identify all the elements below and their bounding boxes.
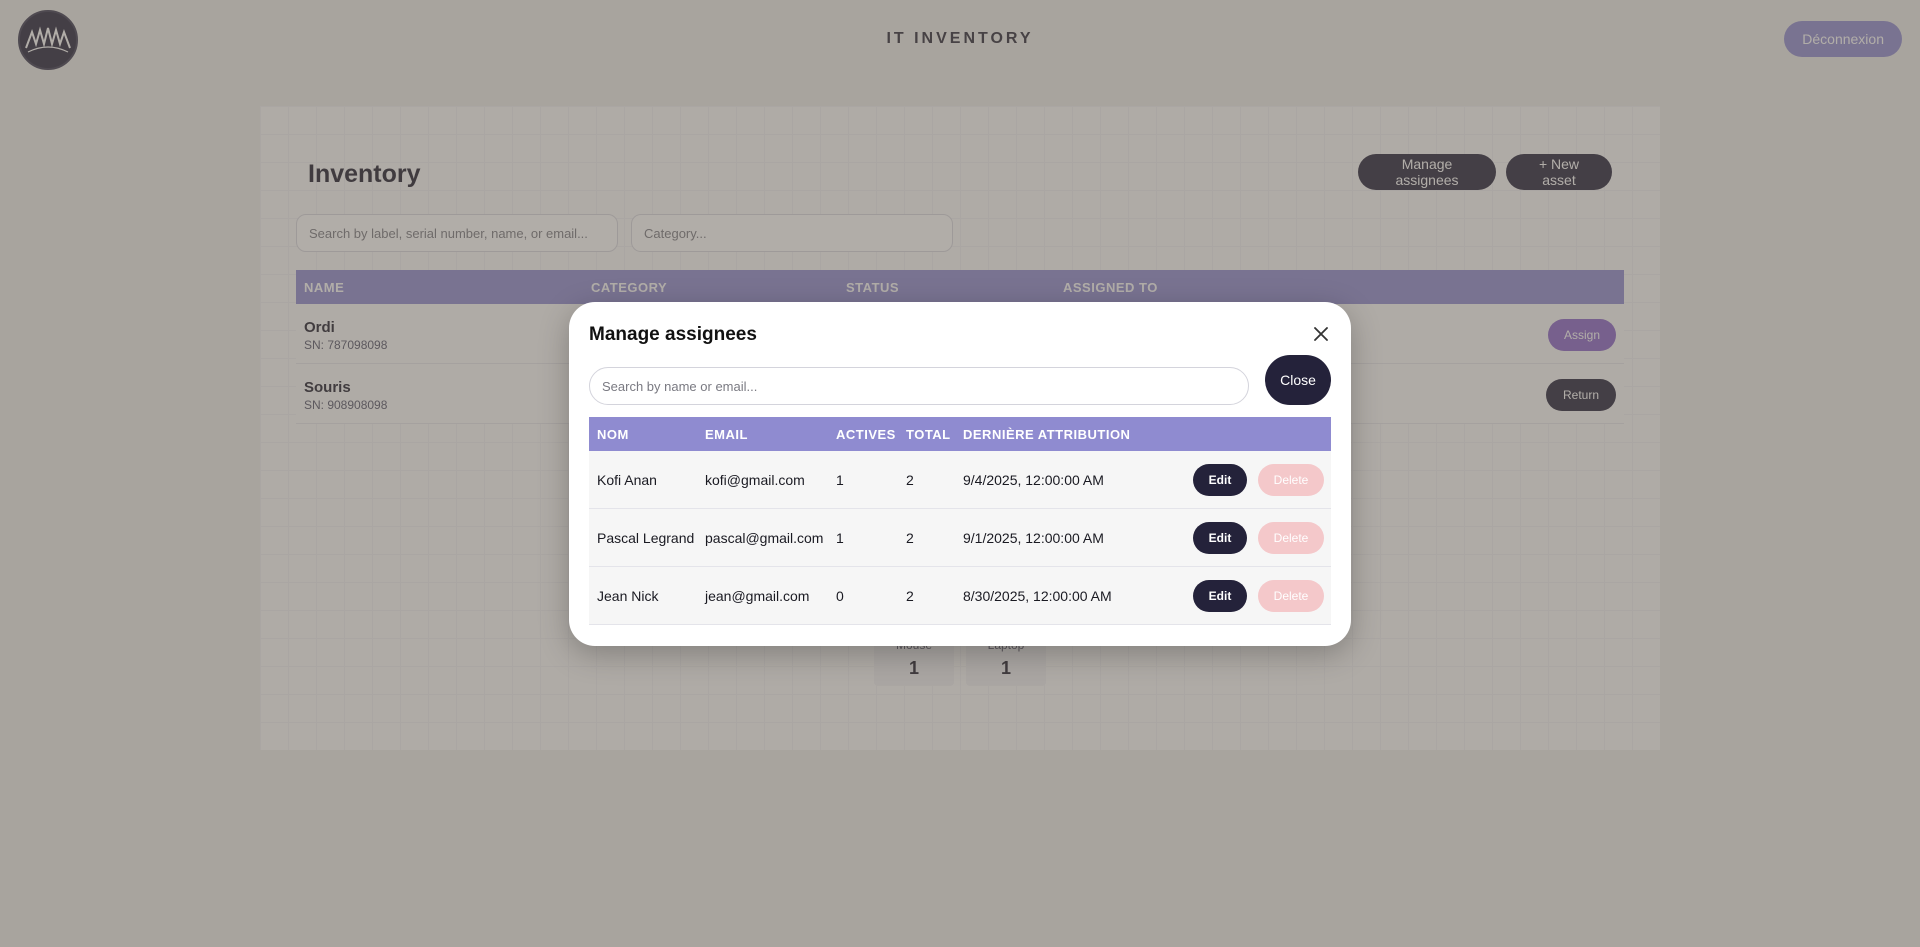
table-row: Pascal Legrand pascal@gmail.com 1 2 9/1/… — [589, 509, 1331, 567]
column-header-nom: NOM — [597, 427, 629, 442]
assignee-name: Jean Nick — [597, 588, 659, 604]
assignee-actives: 0 — [836, 588, 844, 604]
assignee-email: jean@gmail.com — [705, 588, 810, 604]
assignee-search-input[interactable] — [589, 367, 1249, 405]
column-header-email: EMAIL — [705, 427, 748, 442]
assignee-name: Pascal Legrand — [597, 530, 695, 546]
delete-button: Delete — [1258, 580, 1324, 612]
delete-button: Delete — [1258, 522, 1324, 554]
column-header-total: TOTAL — [906, 427, 951, 442]
delete-button: Delete — [1258, 464, 1324, 496]
assignee-actives: 1 — [836, 530, 844, 546]
edit-button[interactable]: Edit — [1193, 522, 1247, 554]
assignees-table-header: NOM EMAIL ACTIVES TOTAL DERNIÈRE ATTRIBU… — [589, 417, 1331, 451]
assignee-total: 2 — [906, 530, 914, 546]
table-row: Kofi Anan kofi@gmail.com 1 2 9/4/2025, 1… — [589, 451, 1331, 509]
modal-title: Manage assignees — [589, 324, 757, 345]
column-header-last-assignment: DERNIÈRE ATTRIBUTION — [963, 427, 1131, 442]
assignee-total: 2 — [906, 472, 914, 488]
assignee-last-assignment: 8/30/2025, 12:00:00 AM — [963, 588, 1112, 604]
assignee-last-assignment: 9/4/2025, 12:00:00 AM — [963, 472, 1104, 488]
assignee-email: pascal@gmail.com — [705, 530, 824, 546]
manage-assignees-modal: Manage assignees Close NOM EMAIL ACTIVES… — [569, 302, 1351, 646]
assignee-last-assignment: 9/1/2025, 12:00:00 AM — [963, 530, 1104, 546]
table-row: Jean Nick jean@gmail.com 0 2 8/30/2025, … — [589, 567, 1331, 625]
assignee-actives: 1 — [836, 472, 844, 488]
assignee-email: kofi@gmail.com — [705, 472, 805, 488]
edit-button[interactable]: Edit — [1193, 580, 1247, 612]
assignee-total: 2 — [906, 588, 914, 604]
close-button[interactable]: Close — [1265, 355, 1331, 405]
edit-button[interactable]: Edit — [1193, 464, 1247, 496]
assignee-name: Kofi Anan — [597, 472, 657, 488]
assignees-table: NOM EMAIL ACTIVES TOTAL DERNIÈRE ATTRIBU… — [589, 417, 1331, 625]
column-header-actives: ACTIVES — [836, 427, 896, 442]
close-icon[interactable] — [1311, 324, 1331, 344]
